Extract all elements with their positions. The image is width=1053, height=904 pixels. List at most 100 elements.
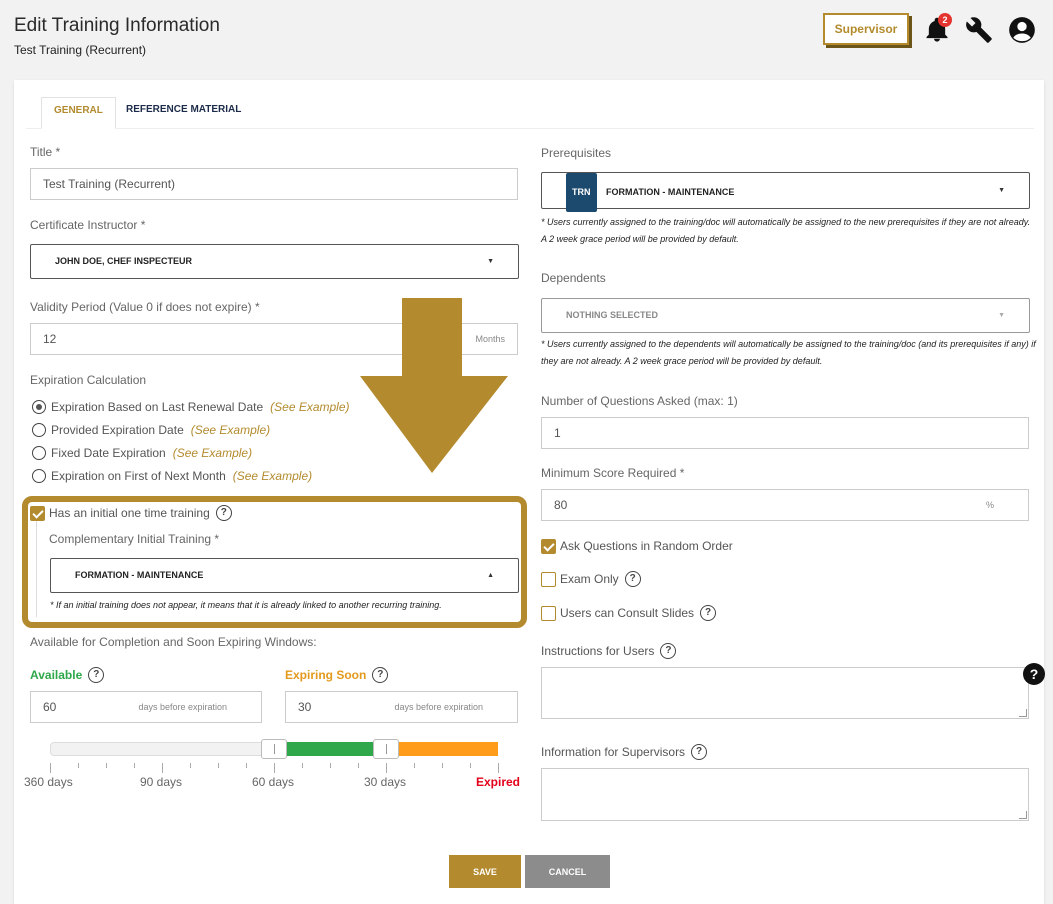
see-example-link[interactable]: (See Example) bbox=[270, 400, 349, 414]
indent-guide bbox=[36, 521, 37, 617]
slider-label-90: 90 days bbox=[140, 775, 183, 789]
slider-label-30: 30 days bbox=[364, 775, 407, 789]
chevron-down-icon: ▼ bbox=[487, 258, 494, 265]
slider-tick bbox=[470, 763, 471, 768]
supervisor-info-heading: Information for Supervisors ? bbox=[541, 743, 708, 761]
complementary-value: FORMATION - MAINTENANCE bbox=[75, 570, 204, 580]
page-title: Edit Training Information bbox=[14, 15, 220, 36]
random-order-checkbox[interactable] bbox=[541, 538, 556, 554]
resize-handle[interactable] bbox=[1019, 709, 1027, 717]
slider-tick bbox=[386, 763, 387, 773]
save-button[interactable]: SAVE bbox=[449, 855, 521, 888]
see-example-link[interactable]: (See Example) bbox=[173, 446, 252, 460]
chevron-up-icon: ▲ bbox=[487, 572, 494, 579]
dependents-label: Dependents bbox=[541, 271, 606, 285]
slider-tick bbox=[302, 763, 303, 768]
slider-handle-available[interactable] bbox=[261, 739, 287, 759]
slider-tick bbox=[50, 763, 51, 773]
wrench-icon[interactable] bbox=[965, 16, 993, 44]
resize-handle[interactable] bbox=[1019, 811, 1027, 819]
slider-tick bbox=[246, 763, 247, 768]
slider-tick bbox=[442, 763, 443, 768]
chevron-down-icon: ▼ bbox=[998, 312, 1005, 319]
min-score-input[interactable]: 80 % bbox=[541, 489, 1029, 521]
help-icon[interactable]: ? bbox=[691, 744, 708, 760]
exam-only-checkbox[interactable] bbox=[541, 571, 556, 587]
help-icon[interactable]: ? bbox=[372, 667, 389, 683]
expiration-label: Expiration Calculation bbox=[30, 373, 147, 387]
slider-range-available[interactable] bbox=[274, 742, 386, 756]
instructions-heading: Instructions for Users ? bbox=[541, 642, 677, 660]
radio-unselected[interactable] bbox=[32, 446, 46, 460]
slider-tick bbox=[78, 763, 79, 768]
expiring-soon-heading: Expiring Soon ? bbox=[285, 666, 389, 684]
radio-unselected[interactable] bbox=[32, 469, 46, 483]
prerequisites-value: FORMATION - MAINTENANCE bbox=[606, 187, 735, 197]
instructor-value: JOHN DOE, CHEF INSPECTEUR bbox=[55, 256, 193, 266]
slider-label-360: 360 days bbox=[24, 775, 73, 789]
slider-range-expiring[interactable] bbox=[386, 742, 498, 756]
radio-unselected[interactable] bbox=[32, 423, 46, 437]
floating-help-icon[interactable]: ? bbox=[1023, 663, 1045, 685]
available-days-input[interactable]: 60 days before expiration bbox=[30, 691, 262, 723]
slider-tick bbox=[134, 763, 135, 768]
complementary-label: Complementary Initial Training * bbox=[49, 532, 220, 546]
slider-label-60: 60 days bbox=[252, 775, 295, 789]
help-icon[interactable]: ? bbox=[660, 643, 677, 659]
instructions-textarea[interactable] bbox=[541, 667, 1029, 719]
instructor-label: Certificate Instructor * bbox=[30, 218, 146, 232]
user-circle-icon[interactable] bbox=[1008, 16, 1036, 44]
help-icon[interactable]: ? bbox=[700, 605, 717, 621]
slider-tick bbox=[358, 763, 359, 768]
min-score-label: Minimum Score Required * bbox=[541, 466, 685, 480]
dependents-value: NOTHING SELECTED bbox=[566, 310, 659, 320]
tab-divider bbox=[26, 128, 1034, 129]
expiration-option-last-renewal[interactable]: Expiration Based on Last Renewal Date (S… bbox=[32, 398, 350, 416]
trn-tag: TRN bbox=[566, 173, 597, 212]
slider-tick bbox=[162, 763, 163, 773]
prerequisites-select[interactable]: TRN FORMATION - MAINTENANCE ▼ bbox=[541, 172, 1030, 212]
slider-tick bbox=[218, 763, 219, 768]
help-icon[interactable]: ? bbox=[215, 505, 232, 521]
notification-badge: 2 bbox=[938, 13, 952, 27]
help-icon[interactable]: ? bbox=[624, 571, 641, 587]
random-order-checkbox-row[interactable]: Ask Questions in Random Order bbox=[541, 537, 733, 555]
instructor-select[interactable]: JOHN DOE, CHEF INSPECTEUR ▼ bbox=[30, 244, 519, 279]
tab-general[interactable]: GENERAL bbox=[41, 97, 116, 129]
slider-tick bbox=[498, 763, 499, 773]
prerequisites-label: Prerequisites bbox=[541, 146, 612, 160]
slider-tick bbox=[106, 763, 107, 768]
initial-training-checkbox[interactable] bbox=[30, 505, 45, 521]
initial-training-checkbox-row[interactable]: Has an initial one time training ? bbox=[30, 504, 232, 522]
title-input[interactable]: Test Training (Recurrent) bbox=[30, 168, 518, 200]
questions-label: Number of Questions Asked (max: 1) bbox=[541, 394, 738, 408]
dependents-select[interactable]: NOTHING SELECTED ▼ bbox=[541, 298, 1030, 333]
see-example-link[interactable]: (See Example) bbox=[191, 423, 270, 437]
expiring-days-input[interactable]: 30 days before expiration bbox=[285, 691, 518, 723]
expiration-option-fixed[interactable]: Fixed Date Expiration (See Example) bbox=[32, 444, 252, 462]
training-form-card: GENERAL REFERENCE MATERIAL Title * Test … bbox=[14, 80, 1045, 904]
see-example-link[interactable]: (See Example) bbox=[233, 469, 312, 483]
radio-selected[interactable] bbox=[32, 400, 46, 414]
consult-slides-checkbox-row[interactable]: Users can Consult Slides ? bbox=[541, 604, 717, 622]
slider-handle-expiring[interactable] bbox=[373, 739, 399, 759]
cancel-button[interactable]: CANCEL bbox=[525, 855, 610, 888]
page-subtitle: Test Training (Recurrent) bbox=[14, 43, 147, 57]
tab-reference-material[interactable]: REFERENCE MATERIAL bbox=[114, 97, 253, 129]
expiration-option-provided[interactable]: Provided Expiration Date (See Example) bbox=[32, 421, 270, 439]
supervisor-role-button[interactable]: Supervisor bbox=[823, 13, 909, 45]
slider-track-inactive[interactable] bbox=[50, 742, 274, 756]
supervisor-info-textarea[interactable] bbox=[541, 768, 1029, 821]
exam-only-checkbox-row[interactable]: Exam Only ? bbox=[541, 570, 641, 588]
complementary-select[interactable]: FORMATION - MAINTENANCE ▲ bbox=[50, 558, 519, 593]
slider-tick bbox=[190, 763, 191, 768]
consult-slides-checkbox[interactable] bbox=[541, 605, 556, 621]
windows-label: Available for Completion and Soon Expiri… bbox=[30, 635, 317, 649]
questions-input[interactable]: 1 bbox=[541, 417, 1029, 449]
help-icon[interactable]: ? bbox=[88, 667, 105, 683]
dependents-note: * Users currently assigned to the depend… bbox=[541, 339, 1036, 366]
complementary-note: * If an initial training does not appear… bbox=[50, 600, 442, 610]
available-heading: Available ? bbox=[30, 666, 105, 684]
expiration-option-first-of-month[interactable]: Expiration on First of Next Month (See E… bbox=[32, 467, 312, 485]
title-label: Title * bbox=[30, 145, 61, 159]
